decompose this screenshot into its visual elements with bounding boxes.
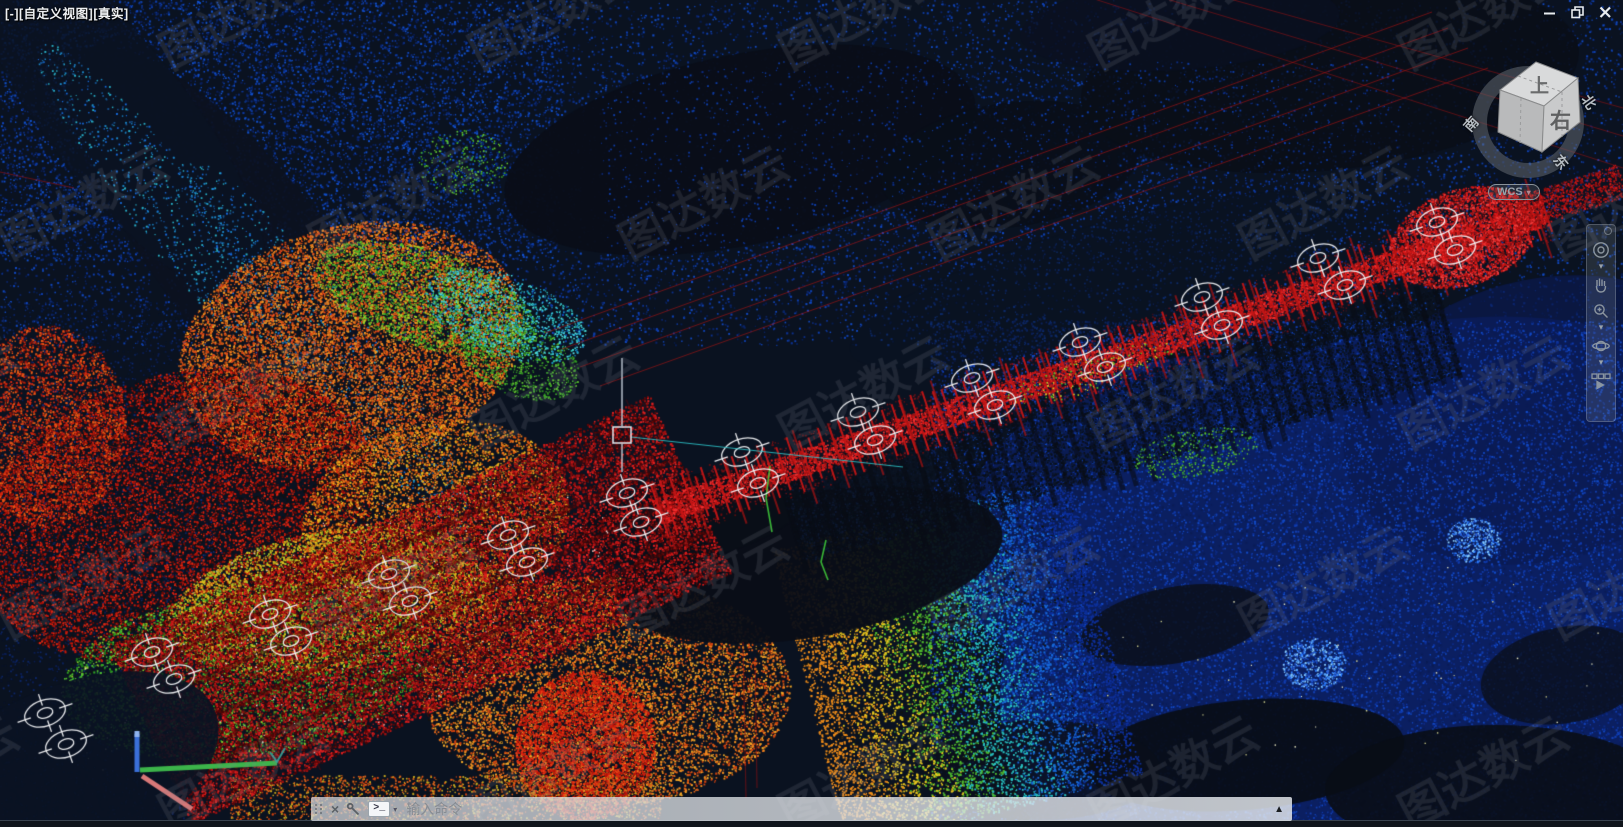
viewport-control-minus[interactable]: [-] bbox=[5, 7, 19, 21]
pan-hand-icon[interactable] bbox=[1591, 275, 1611, 295]
zoom-caret-icon[interactable]: ▾ bbox=[1599, 323, 1604, 332]
orbit-icon[interactable] bbox=[1591, 336, 1611, 356]
wcs-dropdown[interactable]: WCS ▾ bbox=[1488, 184, 1540, 200]
command-prompt-caret-icon: ▾ bbox=[393, 805, 397, 814]
command-prompt-dropdown[interactable]: >_ ▾ bbox=[368, 801, 397, 817]
viewport-controls: [-][自定义视图][真实] bbox=[5, 3, 129, 22]
command-bar: × >_ ▾ ▲ bbox=[311, 797, 1292, 821]
command-bar-close-icon[interactable]: × bbox=[331, 802, 339, 816]
command-prompt-icon: >_ bbox=[368, 801, 390, 817]
close-icon[interactable] bbox=[1598, 5, 1613, 20]
cube-face-right-label: 右 bbox=[1550, 109, 1571, 133]
bottom-edge-strip bbox=[0, 820, 1623, 827]
restore-icon[interactable] bbox=[1570, 5, 1585, 20]
viewport-control-visual-style[interactable]: [真实] bbox=[93, 7, 128, 21]
show-motion-icon[interactable] bbox=[1590, 371, 1612, 391]
steering-wheel-icon[interactable] bbox=[1591, 240, 1611, 260]
customize-wrench-icon[interactable] bbox=[346, 802, 361, 817]
viewport-point-cloud[interactable] bbox=[0, 0, 1623, 827]
steering-wheel-caret-icon[interactable]: ▾ bbox=[1599, 262, 1604, 271]
zoom-extents-icon[interactable] bbox=[1591, 301, 1611, 321]
navbar-close-icon[interactable] bbox=[1604, 227, 1612, 235]
navigation-bar: ▾ ▾ ▾ bbox=[1586, 224, 1616, 422]
wcs-label: WCS bbox=[1497, 186, 1523, 198]
viewport-control-viewname[interactable]: [自定义视图] bbox=[19, 7, 93, 21]
command-input[interactable] bbox=[404, 800, 1267, 818]
viewcube-cube[interactable]: 上 右 bbox=[1486, 50, 1588, 166]
command-bar-grip[interactable] bbox=[315, 804, 322, 814]
orbit-caret-icon[interactable]: ▾ bbox=[1599, 358, 1604, 367]
window-controls bbox=[1542, 5, 1613, 20]
cube-face-top-label: 上 bbox=[1530, 75, 1549, 97]
viewcube: 北 南 东 上 右 WCS ▾ bbox=[1448, 50, 1623, 216]
command-history-toggle-icon[interactable]: ▲ bbox=[1274, 804, 1284, 815]
wcs-caret-icon: ▾ bbox=[1527, 188, 1531, 197]
minimize-icon[interactable] bbox=[1542, 5, 1557, 20]
